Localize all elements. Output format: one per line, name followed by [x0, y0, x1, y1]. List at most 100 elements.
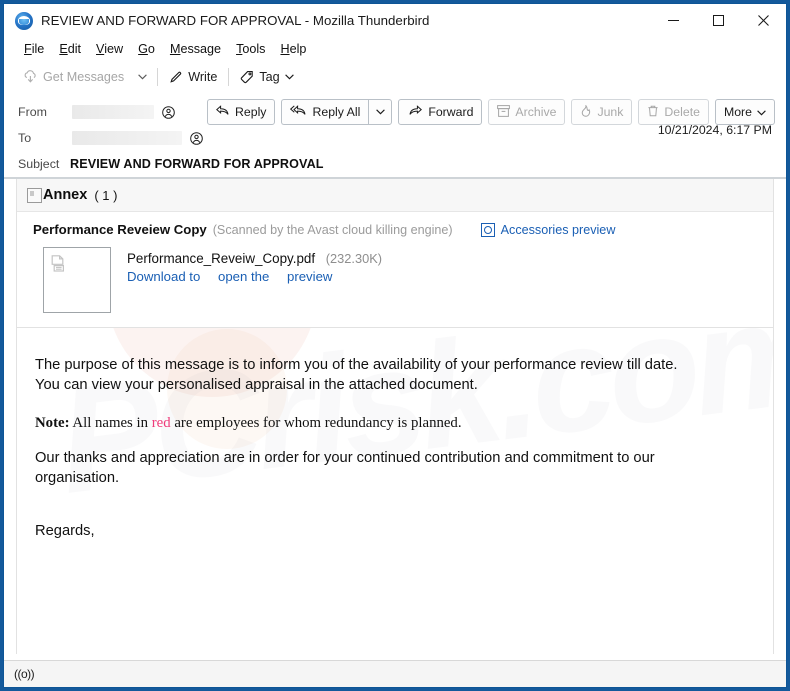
note-red-word: red — [151, 415, 171, 431]
to-label: To — [18, 131, 32, 145]
status-bar: ((o)) — [4, 660, 786, 687]
body-paragraph-1: The purpose of this message is to inform… — [35, 356, 753, 395]
body-p3-line1: Our thanks and appreciation are in order… — [35, 450, 655, 466]
tag-button[interactable]: Tag — [233, 65, 300, 89]
body-p1-line2: You can view your personalised appraisal… — [35, 376, 478, 393]
forward-label: Forward — [428, 105, 474, 119]
junk-button[interactable]: Junk — [571, 99, 633, 125]
message-header: Reply Reply All Forward Archive Junk Del… — [4, 93, 786, 179]
note-part2: are employees for whom redundancy is pla… — [170, 415, 462, 431]
accessories-preview-link[interactable]: Accessories preview — [480, 222, 616, 237]
to-value-redacted[interactable] — [72, 131, 182, 145]
title-bar: REVIEW AND FORWARD FOR APPROVAL - Mozill… — [4, 4, 786, 37]
header-action-buttons: Reply Reply All Forward Archive Junk Del… — [207, 99, 775, 125]
download-link[interactable]: Download to — [127, 269, 200, 284]
delete-label: Delete — [664, 105, 700, 119]
thunderbird-window: REVIEW AND FORWARD FOR APPROVAL - Mozill… — [3, 3, 787, 688]
pencil-icon — [169, 70, 183, 84]
get-messages-dropdown[interactable] — [131, 65, 153, 89]
archive-icon — [497, 104, 511, 120]
reply-all-split-button: Reply All — [281, 99, 393, 125]
menu-edit[interactable]: Edit — [52, 40, 89, 58]
note-part1: All names in — [69, 415, 152, 431]
attachment-filesize: (232.30K) — [325, 251, 382, 266]
attachment-links: Download to open the preview — [127, 269, 382, 284]
reply-all-label: Reply All — [312, 105, 361, 119]
forward-icon — [407, 105, 423, 119]
tag-label: Tag — [259, 70, 280, 84]
main-toolbar: Get Messages Write Tag — [4, 61, 786, 93]
annex-count: ( 1 ) — [94, 187, 118, 203]
body-paragraph-3: Our thanks and appreciation are in order… — [35, 449, 753, 488]
annex-bar: Annex ( 1 ) — [17, 179, 773, 211]
open-link[interactable]: open the — [218, 269, 269, 284]
from-label: From — [18, 105, 47, 119]
download-cloud-icon — [23, 70, 38, 84]
maximize-icon[interactable] — [696, 4, 741, 37]
forward-button[interactable]: Forward — [398, 99, 483, 125]
more-label: More — [723, 105, 752, 119]
accessories-preview-label: Accessories preview — [500, 222, 616, 237]
junk-label: Junk — [597, 105, 624, 119]
attachment-thumbnail[interactable] — [43, 247, 111, 313]
attachment-scan-note: (Scanned by the Avast cloud killing engi… — [212, 222, 453, 237]
menu-message[interactable]: Message — [163, 40, 229, 58]
toolbar-separator-2 — [228, 68, 230, 86]
thunderbird-logo-icon — [15, 11, 33, 30]
message-body-pane: PCrisk.com Annex ( 1 ) Performance Revei… — [16, 179, 774, 654]
junk-fire-icon — [580, 103, 592, 120]
reply-all-dropdown[interactable] — [368, 99, 393, 125]
toolbar-separator — [157, 68, 159, 86]
trash-icon — [647, 105, 659, 120]
chevron-down-icon — [284, 74, 294, 80]
tag-icon — [240, 70, 254, 84]
menu-tools[interactable]: Tools — [229, 40, 273, 58]
get-messages-label: Get Messages — [43, 70, 125, 84]
preview-link[interactable]: preview — [287, 269, 332, 284]
write-button[interactable]: Write — [162, 65, 224, 89]
attachment-title: Performance Reveiew Copy — [33, 222, 207, 237]
attachment-meta: Performance_Reveiw_Copy.pdf (232.30K) Do… — [127, 247, 382, 284]
note-label: Note: — [35, 415, 70, 431]
document-icon — [51, 255, 67, 277]
broken-image-icon — [27, 187, 42, 203]
get-messages-button[interactable]: Get Messages — [16, 65, 131, 89]
reply-button[interactable]: Reply — [207, 99, 276, 125]
from-value-redacted[interactable] — [72, 105, 154, 119]
body-note-paragraph: Note: All names in red are employees for… — [35, 413, 753, 433]
more-button[interactable]: More — [714, 99, 775, 125]
close-icon[interactable] — [741, 4, 786, 37]
attachment-filename: Performance_Reveiw_Copy.pdf — [127, 251, 316, 266]
attachment-body: Performance_Reveiw_Copy.pdf (232.30K) Do… — [17, 237, 773, 313]
reply-all-button[interactable]: Reply All — [281, 99, 369, 125]
menu-file[interactable]: File — [17, 40, 52, 58]
menu-bar: File Edit View Go Message Tools Help — [4, 37, 786, 61]
subject-label: Subject — [18, 157, 60, 171]
menu-help[interactable]: Help — [273, 40, 314, 58]
attachment-title-row: Performance Reveiew Copy (Scanned by the… — [17, 222, 773, 237]
window-controls — [651, 4, 786, 37]
window-title: REVIEW AND FORWARD FOR APPROVAL - Mozill… — [41, 13, 430, 28]
magnifier-box-icon — [480, 222, 495, 237]
subject-row: Subject REVIEW AND FORWARD FOR APPROVAL — [4, 151, 786, 177]
annex-label: Annex — [43, 187, 88, 203]
contact-icon[interactable] — [162, 105, 175, 119]
archive-label: Archive — [515, 105, 557, 119]
write-label: Write — [188, 70, 218, 84]
body-signature: Regards, — [35, 523, 95, 539]
subject-value: REVIEW AND FORWARD FOR APPROVAL — [70, 157, 324, 171]
contact-icon-to[interactable] — [190, 131, 203, 145]
attachment-card: Performance Reveiew Copy (Scanned by the… — [17, 211, 773, 327]
reply-label: Reply — [235, 105, 267, 119]
delete-button[interactable]: Delete — [638, 99, 709, 125]
menu-go[interactable]: Go — [131, 40, 163, 58]
attachment-pane: Annex ( 1 ) Performance Reveiew Copy (Sc… — [17, 179, 773, 328]
minimize-icon[interactable] — [651, 4, 696, 37]
message-date: 10/21/2024, 6:17 PM — [657, 123, 772, 137]
chevron-down-icon — [757, 105, 766, 119]
menu-view[interactable]: View — [89, 40, 131, 58]
body-p3-line2: organisation. — [35, 469, 120, 486]
broadcast-icon[interactable]: ((o)) — [14, 667, 35, 681]
reply-icon — [216, 105, 230, 119]
archive-button[interactable]: Archive — [488, 99, 566, 125]
